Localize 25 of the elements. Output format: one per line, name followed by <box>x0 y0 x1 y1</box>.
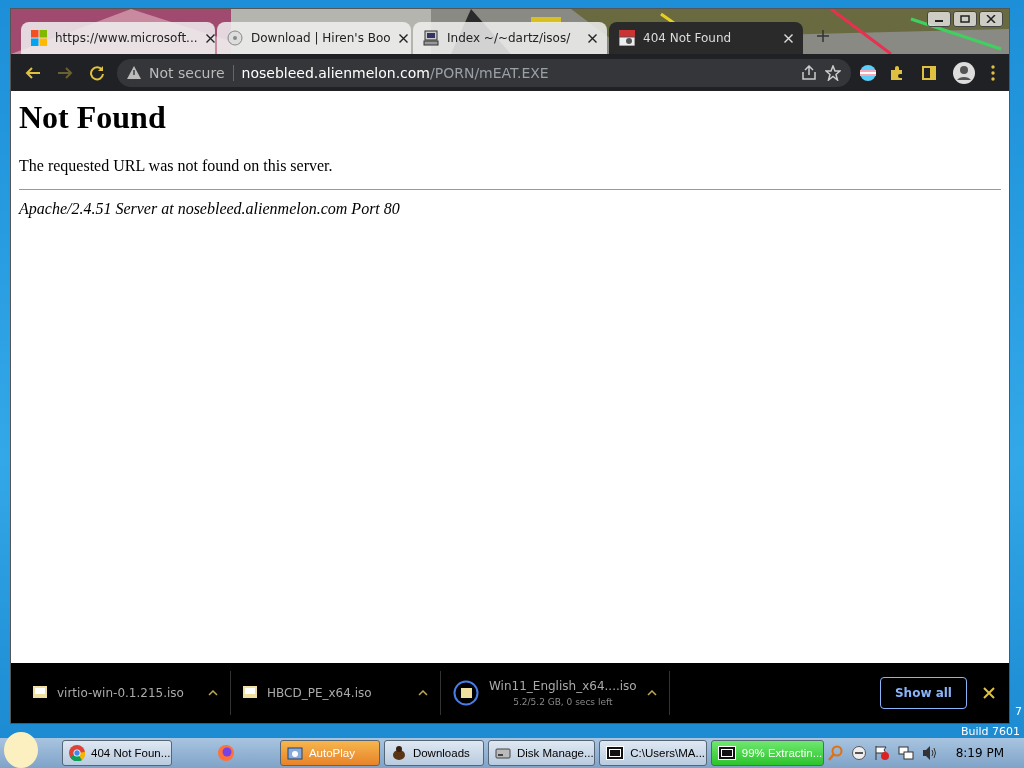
download-item[interactable]: Win11_English_x64....iso 5.2/5.2 GB, 0 secs left <box>441 671 670 715</box>
taskbar-button[interactable]: Disk Manage... <box>487 740 596 766</box>
desktop-text: 7 <box>1015 705 1022 718</box>
error-message: The requested URL was not found on this server. <box>19 157 334 175</box>
browser-tab[interactable]: Index ~/~dartz/isos/ <box>413 22 607 54</box>
address-bar[interactable]: Not secure nosebleed.alienmelon.com/PORN/mEAT.EXE <box>117 58 851 87</box>
download-name: virtio-win-0.1.215.iso <box>57 686 185 700</box>
download-name: HBCD_PE_x64.iso <box>267 686 373 700</box>
taskbar-button[interactable]: C:\Users\MA... <box>599 740 707 766</box>
browser-tab[interactable]: https://www.microsoft... <box>21 22 215 54</box>
download-name: Win11_English_x64....iso <box>489 679 637 693</box>
page-heading: Not Found <box>19 99 167 136</box>
taskbar-button[interactable]: 404 Not Foun... <box>62 740 172 766</box>
build-text: Build 7601 <box>960 725 1020 738</box>
security-label: Not secure <box>149 64 225 81</box>
browser-tab[interactable]: Download | Hiren's Boo <box>217 22 411 54</box>
download-status: 5.2/5.2 GB, 0 secs left <box>512 697 614 707</box>
download-item[interactable]: virtio-win-0.1.215.iso <box>21 671 231 715</box>
clock[interactable]: 8:19 PM <box>955 746 1004 760</box>
taskbar-button[interactable]: Downloads <box>383 740 484 766</box>
download-item[interactable]: HBCD_PE_x64.iso <box>231 671 441 715</box>
url-text: nosebleed.alienmelon.com/PORN/mEAT.EXE <box>241 64 550 81</box>
browser-tab[interactable]: 404 Not Found <box>609 22 803 54</box>
show-all-button[interactable]: Show all <box>879 677 967 709</box>
server-signature: Apache/2.4.51 Server at nosebleed.alienmelon.com Port 80 <box>19 200 401 218</box>
